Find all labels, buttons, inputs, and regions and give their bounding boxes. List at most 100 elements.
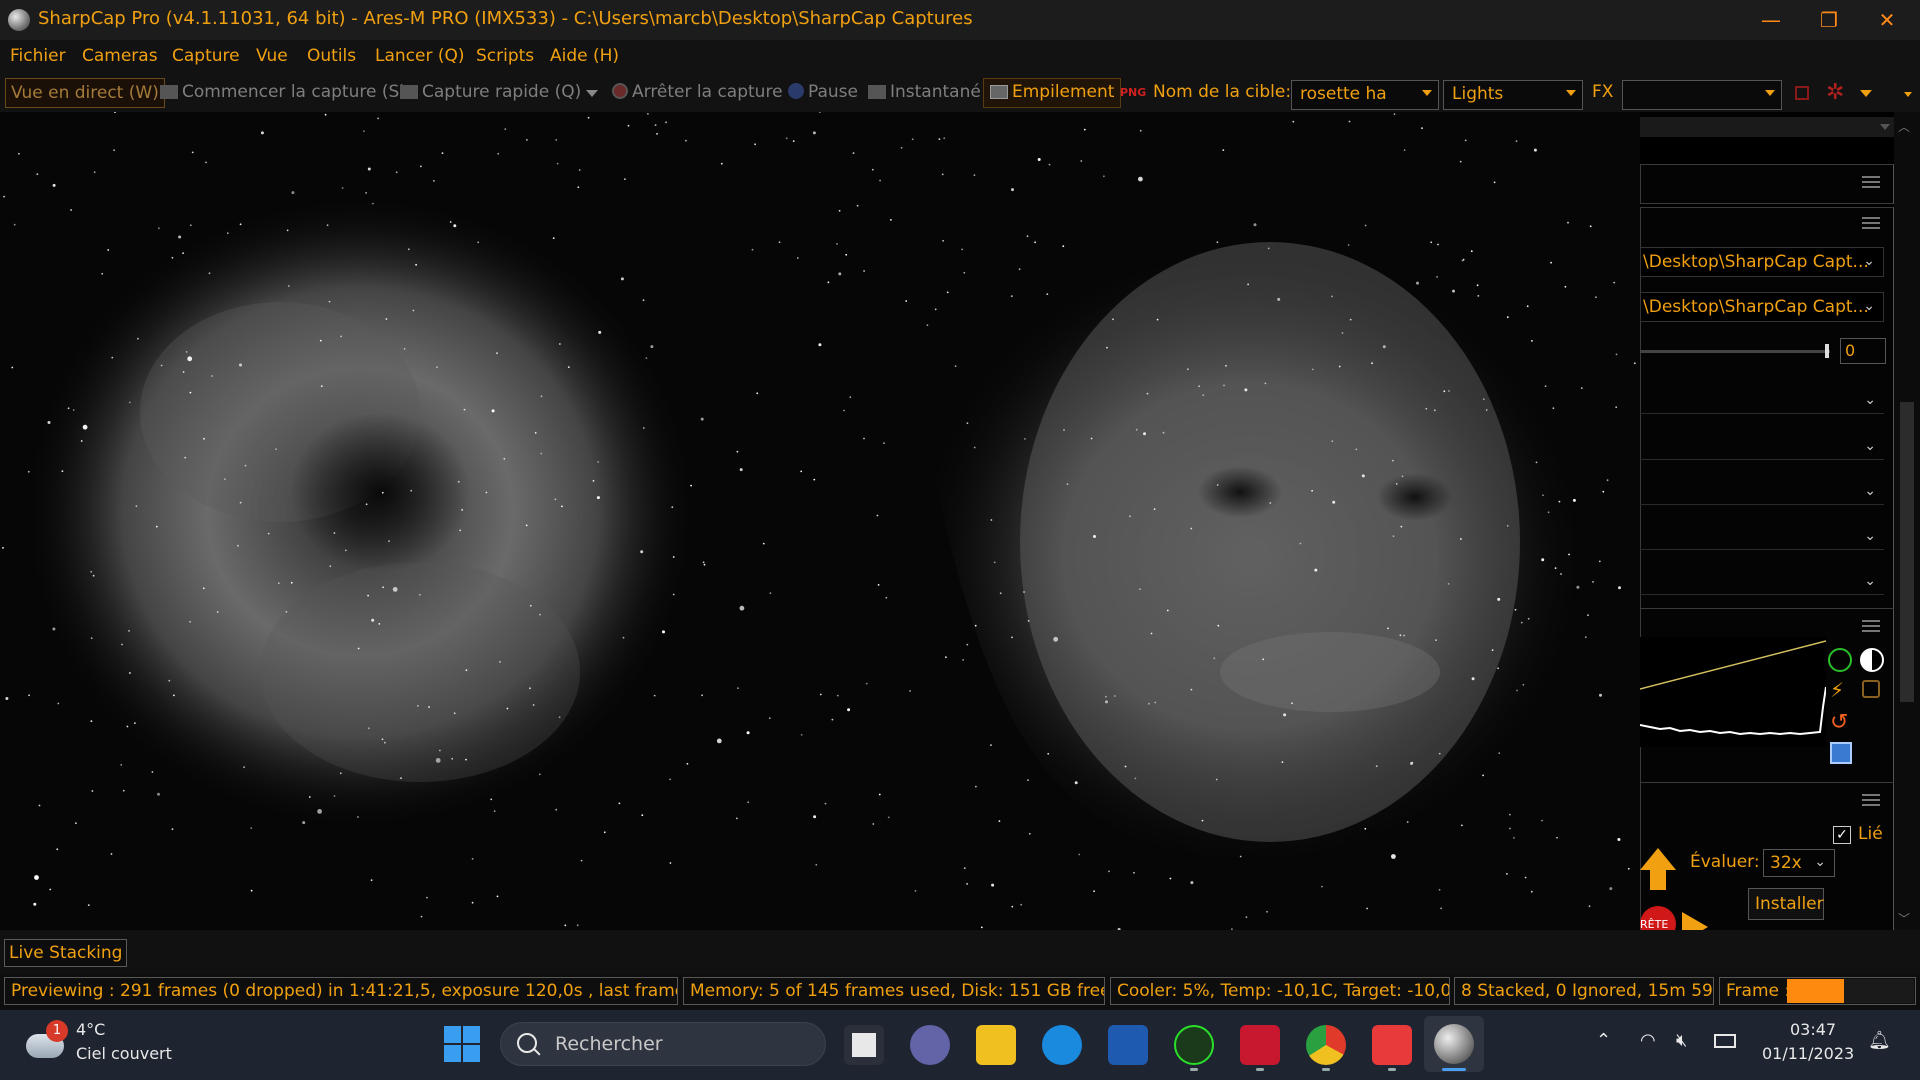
taskbar-search[interactable]: Rechercher — [500, 1022, 826, 1066]
minimize-button[interactable]: — — [1742, 0, 1800, 40]
frame-progress-bar — [1787, 979, 1914, 1003]
panel-scrollbar[interactable]: ︿ ﹀ — [1894, 112, 1920, 930]
slider-track[interactable] — [1640, 350, 1830, 353]
output-folder-combo[interactable]: \Desktop\SharpCap Capt... ⌄ — [1640, 292, 1884, 322]
search-placeholder: Rechercher — [555, 1033, 663, 1055]
task-view-icon[interactable] — [844, 1025, 884, 1065]
start-button[interactable] — [444, 1026, 480, 1062]
lightning-icon[interactable]: ⚡ — [1830, 678, 1844, 702]
setting-combo-2[interactable]: ⌄ — [1640, 430, 1884, 460]
menu-bar — [0, 40, 1920, 76]
menu-capture[interactable]: Capture — [172, 46, 240, 66]
stack-status: 8 Stacked, 0 Ignored, 15m 59s — [1454, 977, 1714, 1005]
capture-folder-value: \Desktop\SharpCap Capt... — [1643, 252, 1869, 272]
snapshot-button[interactable]: Instantané — [868, 82, 981, 102]
pause-button[interactable]: Pause — [788, 82, 858, 102]
setting-combo-5[interactable]: ⌄ — [1640, 565, 1884, 595]
install-button[interactable]: Installer — [1748, 888, 1824, 920]
menu-aide[interactable]: Aide (H) — [550, 46, 619, 66]
scroll-up-icon[interactable]: ︿ — [1898, 118, 1910, 135]
setting-combo-4[interactable]: ⌄ — [1640, 520, 1884, 550]
phd2-icon[interactable] — [1174, 1025, 1214, 1065]
sharpcap-app-icon — [8, 9, 30, 31]
tray-overflow-icon[interactable]: ⌃ — [1596, 1030, 1611, 1051]
menu-grip-icon[interactable] — [1862, 176, 1880, 188]
notifications-bell-icon[interactable]: 🔔︎ — [1868, 1030, 1891, 1051]
quick-capture-button[interactable]: Capture rapide (Q) — [400, 82, 581, 102]
slider-thumb[interactable] — [1825, 344, 1829, 358]
evaluate-label: Évaluer: — [1690, 852, 1760, 872]
fx-label: FX — [1592, 82, 1614, 102]
save-icon[interactable] — [1830, 742, 1852, 764]
speaker-muted-icon[interactable]: 🔇︎ — [1676, 1030, 1687, 1051]
evaluate-combo[interactable]: 32x ⌄ — [1763, 849, 1835, 877]
fx-combo[interactable] — [1622, 80, 1782, 110]
crosshair-icon[interactable]: ✲ — [1826, 80, 1844, 106]
target-name-combo[interactable]: rosette ha — [1291, 80, 1439, 110]
setting-combo-3[interactable]: ⌄ — [1640, 475, 1884, 505]
chevron-down-icon: ⌄ — [1863, 298, 1875, 314]
capture-folder-combo[interactable]: \Desktop\SharpCap Capt... ⌄ — [1640, 247, 1884, 277]
menu-grip-icon[interactable] — [1862, 794, 1880, 806]
scrollbar-thumb[interactable] — [1900, 402, 1914, 702]
menu-lancer[interactable]: Lancer (Q) — [375, 46, 465, 66]
lock-icon[interactable] — [1862, 680, 1880, 698]
selection-area-icon[interactable] — [1795, 86, 1809, 100]
live-view-button[interactable]: Vue en direct (W) — [5, 78, 165, 108]
tab-live-stacking[interactable]: Live Stacking — [4, 939, 128, 967]
weather-temperature: 4°C — [76, 1020, 106, 1039]
menu-grip-icon[interactable] — [1862, 217, 1880, 229]
stacking-label: Empilement — [1012, 82, 1115, 102]
frame-type-combo[interactable]: Lights — [1443, 80, 1583, 110]
menu-vue[interactable]: Vue — [256, 46, 288, 66]
clock-time[interactable]: 03:47 — [1790, 1020, 1836, 1039]
tab-strip — [0, 930, 1920, 974]
wifi-icon[interactable]: ◠ — [1640, 1030, 1656, 1051]
clock-date[interactable]: 01/11/2023 — [1762, 1044, 1854, 1063]
live-image-view[interactable] — [0, 112, 1640, 930]
battery-icon[interactable] — [1714, 1034, 1736, 1048]
menu-fichier[interactable]: Fichier — [10, 46, 66, 66]
frame-type-value: Lights — [1452, 84, 1504, 104]
menu-scripts[interactable]: Scripts — [476, 46, 534, 66]
target-name-value: rosette ha — [1300, 84, 1387, 104]
toolbar-overflow-icon[interactable] — [1904, 92, 1912, 97]
teams-chat-icon[interactable] — [910, 1025, 950, 1065]
menu-grip-icon[interactable] — [1862, 620, 1880, 632]
chrome-icon[interactable] — [1306, 1025, 1346, 1065]
menu-cameras[interactable]: Cameras — [82, 46, 158, 66]
scroll-down-icon[interactable]: ﹀ — [1898, 910, 1910, 927]
dropdown-arrow-icon — [1765, 90, 1775, 96]
frame-label: Frame : — [1726, 981, 1791, 1001]
file-explorer-icon[interactable] — [976, 1025, 1016, 1065]
camera-icon — [400, 85, 418, 99]
store-icon[interactable] — [1108, 1025, 1148, 1065]
weather-description: Ciel couvert — [76, 1044, 172, 1063]
anydesk-icon[interactable] — [1372, 1025, 1412, 1065]
contrast-icon[interactable] — [1860, 648, 1884, 672]
auto-stretch-icon[interactable] — [1828, 648, 1852, 672]
edge-browser-icon[interactable] — [1042, 1025, 1082, 1065]
weather-widget[interactable]: 1 — [26, 1020, 68, 1060]
reset-icon[interactable]: ↺ — [1830, 710, 1848, 735]
quick-capture-dropdown-icon[interactable] — [586, 90, 598, 97]
restore-button[interactable]: ❐ — [1800, 0, 1858, 40]
chevron-down-icon[interactable] — [1880, 124, 1890, 130]
start-capture-button[interactable]: Commencer la capture (S) — [160, 82, 406, 102]
setting-combo-1[interactable]: ⌄ — [1640, 384, 1884, 414]
stacking-button[interactable]: Empilement — [983, 78, 1122, 108]
linked-checkbox[interactable]: ✓ — [1833, 826, 1851, 844]
sharpcap-taskbar-item[interactable] — [1424, 1016, 1484, 1072]
arrow-up-stem — [1650, 870, 1666, 890]
snapshot-label: Instantané — [890, 82, 981, 102]
close-button[interactable]: ✕ — [1858, 0, 1916, 40]
frame-progress-fill — [1787, 979, 1845, 1003]
menu-outils[interactable]: Outils — [307, 46, 356, 66]
arrow-up-icon[interactable] — [1640, 848, 1676, 870]
numeric-input[interactable]: 0 — [1840, 338, 1886, 364]
tools-dropdown-icon[interactable] — [1860, 90, 1872, 97]
png-format-icon[interactable]: PNG — [1120, 84, 1146, 102]
photo-app-icon[interactable] — [1240, 1025, 1280, 1065]
stop-capture-button[interactable]: Arrêter la capture — [612, 82, 783, 102]
arrow-right-icon[interactable] — [1682, 912, 1708, 930]
